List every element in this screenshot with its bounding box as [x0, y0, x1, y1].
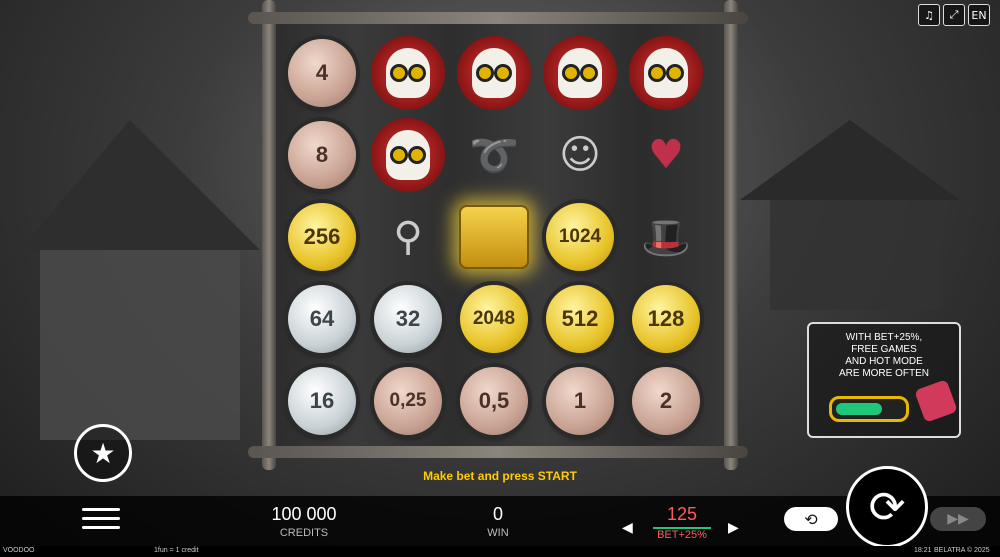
reel-cell: 512 [538, 278, 622, 360]
bronze-coin: 0,25 [374, 367, 442, 435]
right-hut-roof [740, 120, 960, 200]
frame-pole-top [248, 12, 748, 24]
autoplay-icon: ⟲ [804, 509, 818, 529]
reel-cell: 1 [538, 360, 622, 442]
promo-panel: WITH BET+25%, FREE GAMES AND HOT MODE AR… [807, 322, 961, 438]
promo-line-1: WITH BET+25%, [845, 332, 923, 343]
gold-coin: 128 [632, 285, 700, 353]
bet-label: BET+25% [653, 527, 711, 541]
gold-coin: 2048 [460, 285, 528, 353]
star-icon: ★ [90, 436, 116, 470]
reel-cell: ➰ [452, 114, 536, 196]
promo-line-4: ARE MORE OFTEN [838, 368, 929, 379]
frame-pole-right [724, 0, 738, 470]
footer-bar: VOODOO 1fun = 1 credit 18:21 BELATRA © 2… [0, 546, 1000, 557]
left-hut-roof [20, 120, 260, 250]
bet-boost-toggle[interactable] [829, 396, 909, 422]
left-hut [40, 250, 240, 440]
silver-coin: 32 [374, 285, 442, 353]
reel-cell: 2048 [452, 278, 536, 360]
promo-line-2: FREE GAMES [851, 344, 917, 355]
bet-increase-button[interactable]: ▶ [728, 520, 739, 536]
toggle-fill [836, 403, 882, 415]
reel-cell: 1024 [538, 196, 622, 278]
spin-button[interactable]: ⟳ [846, 466, 928, 548]
treasure-chest-icon [459, 205, 529, 269]
fullscreen-icon[interactable]: ⤢ [943, 4, 965, 26]
clock: 18:21 [914, 547, 932, 554]
bronze-coin: 4 [288, 39, 356, 107]
fast-forward-icon: ▶▶ [947, 511, 969, 527]
heart-pins-icon: ♥ [648, 132, 684, 178]
credits-value: 100 000 [271, 504, 337, 524]
heart-icon [914, 379, 958, 423]
game-name: VOODOO [3, 547, 35, 554]
reel-grid: 4 8 ➰ ☺ ♥ 256 ⚲ 1024 🎩 64 32 2048 512 128 16 0,25 0,5 1 2 [280, 32, 720, 442]
top-icons: ♫ ⤢ EN [918, 4, 990, 26]
win-label: WIN [487, 527, 509, 539]
credits-label: CREDITS [279, 527, 329, 539]
autoplay-button[interactable]: ⟲ [784, 507, 838, 531]
reel-cell [624, 32, 708, 114]
skull-icon [543, 36, 617, 110]
gold-coin: 256 [288, 203, 356, 271]
gold-coin: 512 [546, 285, 614, 353]
frame-pole-left [262, 0, 276, 470]
reel-cell: 8 [280, 114, 364, 196]
language-button[interactable]: EN [968, 4, 990, 26]
menu-button[interactable] [82, 508, 120, 535]
turbo-button[interactable]: ▶▶ [930, 507, 986, 531]
bronze-coin: 1 [546, 367, 614, 435]
promo-line-3: AND HOT MODE [845, 356, 923, 367]
frame-pole-bottom [248, 446, 748, 458]
reel-cell [452, 32, 536, 114]
bet-value: 125 [666, 504, 698, 524]
reel-cell [452, 196, 536, 278]
skull-icon [457, 36, 531, 110]
voodoo-doll-icon: ☺ [559, 132, 601, 178]
reel-cell: ☺ [538, 114, 622, 196]
reel-cell: 64 [280, 278, 364, 360]
bet-decrease-button[interactable]: ◀ [622, 520, 633, 536]
top-hat-icon: 🎩 [641, 214, 691, 261]
favorite-star-button[interactable]: ★ [74, 424, 132, 482]
gold-coin: 1024 [546, 203, 614, 271]
credits-display: 100 000 CREDITS [254, 504, 354, 539]
bronze-coin: 2 [632, 367, 700, 435]
silver-coin: 64 [288, 285, 356, 353]
reel-cell: 0,25 [366, 360, 450, 442]
spin-icon: ⟳ [868, 481, 906, 533]
reel-cell: 0,5 [452, 360, 536, 442]
reel-cell: ⚲ [366, 196, 450, 278]
reel-cell: 32 [366, 278, 450, 360]
reel-cell: 256 [280, 196, 364, 278]
reel-cell: 4 [280, 32, 364, 114]
reel-cell [538, 32, 622, 114]
status-message: Make bet and press START [423, 469, 577, 483]
skull-icon [371, 36, 445, 110]
sound-icon[interactable]: ♫ [918, 4, 940, 26]
knot-icon: ➰ [469, 132, 519, 179]
reel-cell [366, 114, 450, 196]
bronze-coin: 8 [288, 121, 356, 189]
currency-rate: 1fun = 1 credit [154, 547, 199, 554]
right-hut [770, 190, 940, 310]
reel-cell [366, 32, 450, 114]
pouch-icon: ⚲ [393, 214, 423, 260]
skull-icon [629, 36, 703, 110]
reel-cell: 🎩 [624, 196, 708, 278]
reel-cell: ♥ [624, 114, 708, 196]
bet-display: 125 BET+25% [640, 504, 724, 541]
reel-cell: 2 [624, 360, 708, 442]
win-display: 0 WIN [458, 504, 538, 539]
skull-icon [371, 118, 445, 192]
copyright: BELATRA © 2025 [934, 547, 990, 554]
win-value: 0 [492, 504, 503, 524]
reel-cell: 128 [624, 278, 708, 360]
silver-coin: 16 [288, 367, 356, 435]
reel-cell: 16 [280, 360, 364, 442]
bronze-coin: 0,5 [460, 367, 528, 435]
